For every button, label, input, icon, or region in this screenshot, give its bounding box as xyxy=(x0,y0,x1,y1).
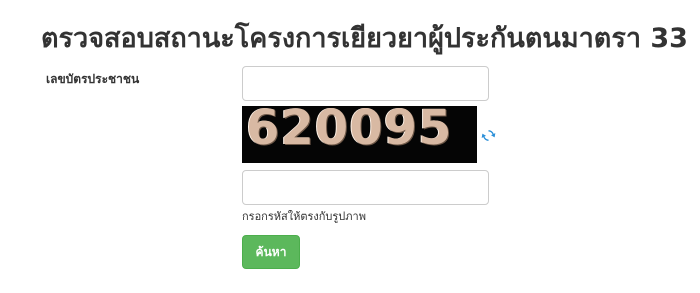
search-button[interactable]: ค้นหา xyxy=(242,235,300,269)
captcha-input[interactable] xyxy=(242,170,489,205)
captcha-image: 620095 xyxy=(242,106,477,163)
captcha-hint: กรอกรหัสให้ตรงกับรูปภาพ xyxy=(242,210,366,223)
page-title: ตรวจสอบสถานะโครงการเยียวยาผู้ประกันตนมาต… xyxy=(41,23,688,54)
citizen-id-input[interactable] xyxy=(242,66,489,101)
refresh-icon[interactable] xyxy=(481,128,496,143)
captcha-code: 620095 xyxy=(246,106,476,163)
citizen-id-label: เลขบัตรประชาชน xyxy=(46,72,140,86)
